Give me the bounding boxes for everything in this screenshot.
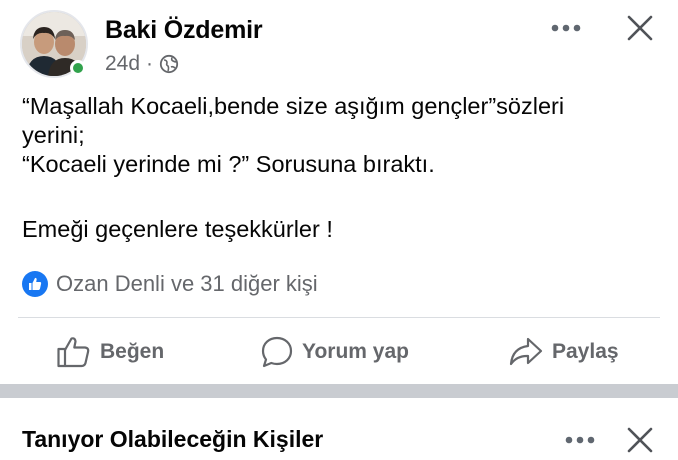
feed-separator [0, 384, 678, 398]
share-arrow-icon [509, 337, 543, 366]
globe-icon [159, 54, 179, 74]
comment-button[interactable]: Yorum yap [260, 332, 409, 372]
like-label: Beğen [100, 340, 165, 363]
share-button[interactable]: Paylaş [508, 332, 619, 372]
more-options-button[interactable] [548, 14, 584, 42]
meta-separator: · [146, 52, 154, 75]
reactions-summary[interactable]: Ozan Denli ve 31 diğer kişi [22, 271, 318, 297]
reactions-text: Ozan Denli ve 31 diğer kişi [56, 271, 318, 296]
post-text: “Maşallah Kocaeli,bende size aşığım genç… [22, 92, 662, 244]
author-name[interactable]: Baki Özdemir [105, 16, 263, 45]
divider [18, 317, 660, 318]
share-label: Paylaş [552, 340, 619, 363]
thumbs-up-icon [57, 337, 90, 368]
like-button[interactable]: Beğen [56, 332, 164, 372]
online-status-dot [70, 60, 86, 76]
people-you-may-know-card: Tanıyor Olabileceğin Kişiler [0, 398, 678, 458]
more-dots-icon [551, 24, 581, 32]
comment-label: Yorum yap [302, 340, 409, 363]
post-timestamp[interactable]: 24d [105, 52, 140, 76]
post-paragraph: Emeği geçenlere teşekkürler ! [22, 216, 333, 242]
close-icon [627, 15, 653, 41]
card-title: Tanıyor Olabileceğin Kişiler [22, 426, 324, 452]
post-meta: 24d · [105, 52, 179, 76]
close-card-button[interactable] [620, 420, 660, 460]
hide-post-button[interactable] [620, 8, 660, 48]
comment-bubble-icon [261, 336, 293, 368]
post-card: Baki Özdemir 24d · “Maşallah Kocaeli,ben… [0, 0, 678, 384]
avatar[interactable] [20, 10, 88, 78]
more-dots-icon [565, 436, 595, 444]
thumbs-up-icon [22, 271, 48, 297]
post-paragraph: “Maşallah Kocaeli,bende size aşığım genç… [22, 93, 565, 177]
